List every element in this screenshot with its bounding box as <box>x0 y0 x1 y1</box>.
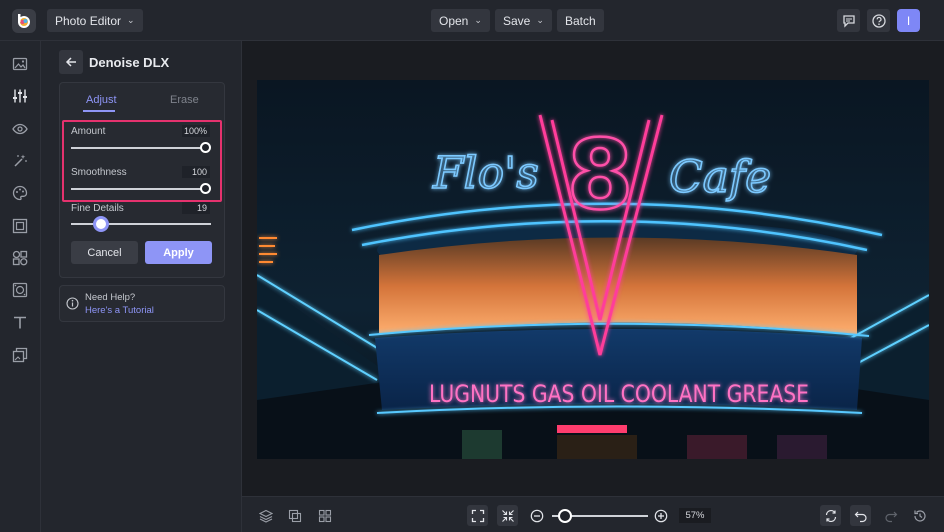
minus-circle-icon <box>530 509 543 522</box>
help-button[interactable] <box>867 9 890 32</box>
tutorial-link[interactable]: Here's a Tutorial <box>85 305 154 316</box>
fine-details-label: Fine Details <box>71 203 124 214</box>
redo-button[interactable] <box>880 505 901 526</box>
tool-sidebar <box>0 41 41 532</box>
shrink-icon <box>501 509 514 522</box>
chevron-down-icon: ⌄ <box>127 15 135 25</box>
amount-value[interactable]: 100% <box>182 125 210 137</box>
help-title: Need Help? <box>85 292 136 303</box>
redo-icon <box>884 511 897 522</box>
apply-button[interactable]: Apply <box>145 241 212 264</box>
zoom-level[interactable]: 57% <box>679 508 711 523</box>
fine-details-slider-track[interactable] <box>71 223 211 225</box>
comments-button[interactable] <box>837 9 860 32</box>
fine-details-slider-handle[interactable] <box>93 216 109 232</box>
frame-icon[interactable] <box>11 217 29 235</box>
chevron-down-icon: ⌄ <box>536 15 544 25</box>
amount-slider-handle[interactable] <box>200 142 211 153</box>
eye-icon[interactable] <box>11 120 29 138</box>
back-button[interactable] <box>59 50 83 74</box>
amount-slider-track[interactable] <box>71 147 206 149</box>
expand-icon <box>471 509 484 522</box>
zoom-out-button[interactable] <box>526 505 547 526</box>
magic-wand-icon[interactable] <box>11 152 29 170</box>
denoise-panel: Denoise DLX Adjust Erase Amount 100% Smo… <box>41 41 242 532</box>
collage-icon[interactable] <box>11 346 29 364</box>
canvas-area[interactable]: LUGNUTS GAS OIL COOLANT GREASE Flo's Caf… <box>242 41 944 496</box>
layers-button[interactable] <box>255 505 276 526</box>
plus-circle-icon <box>654 509 667 522</box>
zoom-in-button[interactable] <box>650 505 671 526</box>
batch-label: Batch <box>565 13 596 28</box>
refresh-icon <box>825 509 836 522</box>
adjust-sliders-icon[interactable] <box>11 87 29 105</box>
shapes-icon[interactable] <box>11 249 29 267</box>
smoothness-slider-track[interactable] <box>71 188 206 190</box>
top-bar: Photo Editor ⌄ Open ⌄ Save ⌄ Batch I <box>0 0 944 41</box>
fine-details-value[interactable]: 19 <box>182 202 210 214</box>
fit-screen-button[interactable] <box>467 505 488 526</box>
help-box: Need Help? Here's a Tutorial <box>59 285 225 322</box>
neon-script-right: Cafe <box>669 152 771 203</box>
cancel-button[interactable]: Cancel <box>71 241 138 264</box>
undo-button[interactable] <box>850 505 871 526</box>
neon-banner-text: LUGNUTS GAS OIL COOLANT GREASE <box>429 380 809 408</box>
panel-title: Denoise DLX <box>89 55 170 70</box>
smoothness-slider-handle[interactable] <box>200 183 211 194</box>
palette-icon[interactable] <box>11 184 29 202</box>
texture-icon[interactable] <box>11 281 29 299</box>
smoothness-value[interactable]: 100 <box>182 166 210 178</box>
neon-number: 8 <box>567 119 634 231</box>
compare-button[interactable] <box>284 505 305 526</box>
image-icon[interactable] <box>11 55 29 73</box>
app-menu-button[interactable]: Photo Editor ⌄ <box>47 9 143 32</box>
amount-label: Amount <box>71 126 106 137</box>
grid-icon <box>318 509 331 522</box>
tab-adjust[interactable]: Adjust <box>86 94 117 106</box>
photo-image: LUGNUTS GAS OIL COOLANT GREASE Flo's Caf… <box>257 80 929 459</box>
bottom-toolbar: 57% <box>242 496 944 532</box>
open-button[interactable]: Open ⌄ <box>431 9 490 32</box>
history-icon <box>913 509 926 522</box>
batch-button[interactable]: Batch <box>557 9 604 32</box>
comment-icon <box>842 14 855 28</box>
open-label: Open <box>439 13 469 28</box>
compare-icon <box>288 509 301 522</box>
save-button[interactable]: Save ⌄ <box>495 9 552 32</box>
history-button[interactable] <box>909 505 930 526</box>
befunky-logo-icon[interactable] <box>12 9 36 33</box>
arrow-left-icon <box>65 57 76 67</box>
user-avatar[interactable]: I <box>897 9 920 32</box>
text-icon[interactable] <box>11 314 29 332</box>
question-icon <box>871 13 886 28</box>
refresh-button[interactable] <box>820 505 841 526</box>
settings-card: Adjust Erase Amount 100% Smoothness 100 … <box>59 82 225 278</box>
zoom-slider-handle[interactable] <box>558 509 572 523</box>
save-label: Save <box>503 13 531 28</box>
chevron-down-icon: ⌄ <box>474 15 482 25</box>
smoothness-label: Smoothness <box>71 167 127 178</box>
info-icon <box>66 297 79 310</box>
tab-erase[interactable]: Erase <box>170 94 199 106</box>
actual-size-button[interactable] <box>497 505 518 526</box>
undo-icon <box>854 511 867 522</box>
grid-button[interactable] <box>314 505 335 526</box>
layers-icon <box>258 509 273 523</box>
neon-script-left: Flo's <box>432 148 539 199</box>
active-tab-indicator <box>83 110 115 112</box>
app-menu-label: Photo Editor <box>55 13 122 28</box>
